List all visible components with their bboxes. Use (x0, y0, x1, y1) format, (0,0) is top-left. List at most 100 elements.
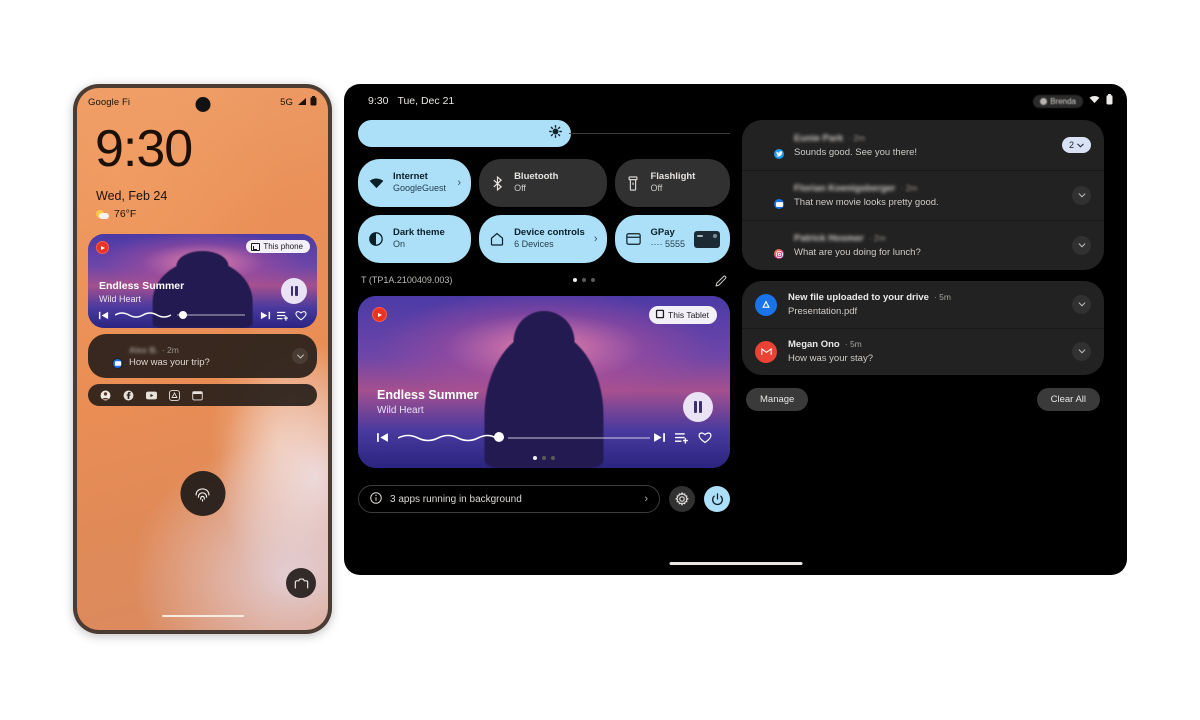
tile-label: Flashlight (650, 171, 696, 183)
notification-row[interactable]: Eunie Park · 2m Sounds good. See you the… (742, 120, 1104, 170)
pager-dot[interactable] (581, 278, 586, 282)
pager-dot[interactable] (590, 278, 595, 282)
chevron-down-icon (1077, 140, 1084, 150)
quick-settings-pager[interactable] (572, 278, 595, 282)
tile-flashlight[interactable]: Flashlight Off (615, 159, 730, 207)
cast-output-chip[interactable]: This Tablet (649, 306, 717, 324)
build-version-label: T (TP1A.2100409.003) (361, 275, 453, 285)
progress-knob[interactable] (178, 311, 187, 319)
temperature-label: 76°F (114, 208, 137, 220)
brightness-icon (549, 124, 562, 143)
chevron-right-icon[interactable]: › (594, 233, 598, 245)
power-button[interactable] (704, 486, 730, 512)
tile-sublabel: GoogleGuest (393, 183, 447, 194)
tile-bluetooth[interactable]: Bluetooth Off (479, 159, 608, 207)
phone-media-controls (88, 307, 317, 323)
notification-body: Presentation.pdf (788, 306, 858, 317)
notification-row[interactable]: Patrick Hosmer · 2m What are you doing f… (742, 220, 1104, 270)
fingerprint-sensor-icon[interactable] (180, 471, 225, 516)
pager-dot[interactable] (533, 456, 537, 460)
notification-body: How was your trip? (129, 356, 210, 368)
previous-track-icon[interactable] (98, 310, 109, 321)
notification-time: · 5m (844, 339, 862, 349)
pause-button[interactable] (683, 392, 713, 422)
phone-notification[interactable]: Alex B. · 2m How was your trip? (88, 334, 317, 378)
facebook-icon[interactable] (123, 390, 134, 401)
progress-knob[interactable] (493, 432, 504, 442)
notification-body: How was your stay? (788, 353, 874, 364)
favorite-icon[interactable] (698, 431, 712, 444)
edit-tiles-icon[interactable] (715, 274, 727, 287)
tablet-media-card[interactable]: This Tablet Endless Summer Wild Heart (358, 296, 730, 468)
manage-button[interactable]: Manage (746, 388, 809, 411)
tile-label: Internet (393, 171, 428, 183)
tablet-home-indicator[interactable] (669, 562, 802, 565)
pause-button[interactable] (281, 278, 307, 304)
instagram-icon (773, 248, 785, 260)
brightness-slider-fill (358, 120, 571, 147)
contact-icon[interactable] (100, 390, 111, 401)
next-track-icon[interactable] (260, 310, 271, 321)
tile-label: Device controls (514, 227, 585, 239)
media-progress-slider[interactable] (398, 432, 650, 442)
pager-dot[interactable] (542, 456, 546, 460)
lockscreen-clock: 9:30 (95, 120, 193, 178)
network-type-label: 5G (280, 97, 293, 108)
notification-count-badge[interactable]: 2 (1061, 137, 1091, 153)
phone-screen: Google Fi 5G 9:30 Wed, Feb 24 76°F This … (77, 88, 328, 630)
notification-row[interactable]: Florian Koenigsberger · 2m That new movi… (742, 170, 1104, 220)
notification-row[interactable]: New file uploaded to your drive · 5m Pre… (742, 281, 1104, 328)
media-pager[interactable] (533, 456, 555, 460)
expand-notification-button[interactable] (1072, 295, 1091, 314)
expand-notification-button[interactable] (292, 348, 308, 364)
quick-settings-column: Internet GoogleGuest › Bluetooth Off Fla… (358, 120, 730, 468)
phone-media-card[interactable]: This phone Endless Summer Wild Heart (88, 234, 317, 328)
tile-dark-theme[interactable]: Dark theme On (358, 215, 472, 263)
expand-notification-button[interactable] (1072, 235, 1091, 255)
favorite-icon[interactable] (295, 310, 307, 321)
drive-icon[interactable] (169, 389, 180, 401)
wifi-icon (1089, 95, 1100, 107)
signal-icon (296, 97, 307, 109)
chevron-right-icon[interactable]: › (457, 177, 461, 189)
youtube-icon[interactable] (146, 390, 157, 401)
pager-dot[interactable] (551, 456, 555, 460)
tile-sublabel: Off (650, 183, 663, 194)
media-progress-slider[interactable] (115, 310, 254, 320)
notification-text: Alex B. · 2m How was your trip? (129, 345, 284, 368)
clear-all-button[interactable]: Clear All (1036, 388, 1100, 411)
album-art-silhouette (484, 330, 604, 468)
tile-device-controls[interactable]: Device controls 6 Devices › (479, 215, 608, 263)
tile-gpay[interactable]: GPay ···· 5555 (615, 215, 730, 263)
pager-dot[interactable] (572, 278, 577, 282)
camera-shortcut-button[interactable] (286, 568, 316, 598)
cast-output-chip[interactable]: This phone (246, 240, 310, 253)
previous-track-icon[interactable] (376, 431, 389, 444)
info-icon (370, 491, 382, 507)
avatar (97, 344, 123, 369)
flashlight-icon (625, 175, 641, 191)
settings-button[interactable] (669, 486, 695, 512)
tablet-icon (655, 309, 665, 321)
add-to-queue-icon[interactable] (675, 431, 689, 444)
notification-time: · 2m (868, 232, 886, 243)
next-track-icon[interactable] (653, 431, 666, 444)
expand-notification-button[interactable] (1072, 185, 1091, 205)
notification-time: · 5m (933, 292, 951, 302)
notification-row[interactable]: Megan Ono · 5m How was your stay? (742, 328, 1104, 375)
tile-sublabel: Off (514, 183, 526, 194)
user-name-label: Brenda (1050, 96, 1076, 106)
lockscreen-weather[interactable]: 76°F (96, 208, 328, 220)
youtube-music-icon (96, 241, 109, 254)
user-chip[interactable]: Brenda (1033, 94, 1083, 108)
chevron-right-icon[interactable]: › (644, 493, 648, 505)
tile-internet[interactable]: Internet GoogleGuest › (358, 159, 472, 207)
phone-home-indicator[interactable] (161, 614, 244, 617)
notification-sender: Alex B. (129, 344, 158, 355)
expand-notification-button[interactable] (1072, 342, 1091, 361)
background-apps-pill[interactable]: 3 apps running in background › (358, 485, 660, 513)
notification-column: Eunie Park · 2m Sounds good. See you the… (742, 120, 1104, 468)
add-to-queue-icon[interactable] (277, 310, 289, 321)
brightness-slider[interactable] (358, 120, 730, 147)
calendar-icon[interactable] (192, 390, 203, 401)
